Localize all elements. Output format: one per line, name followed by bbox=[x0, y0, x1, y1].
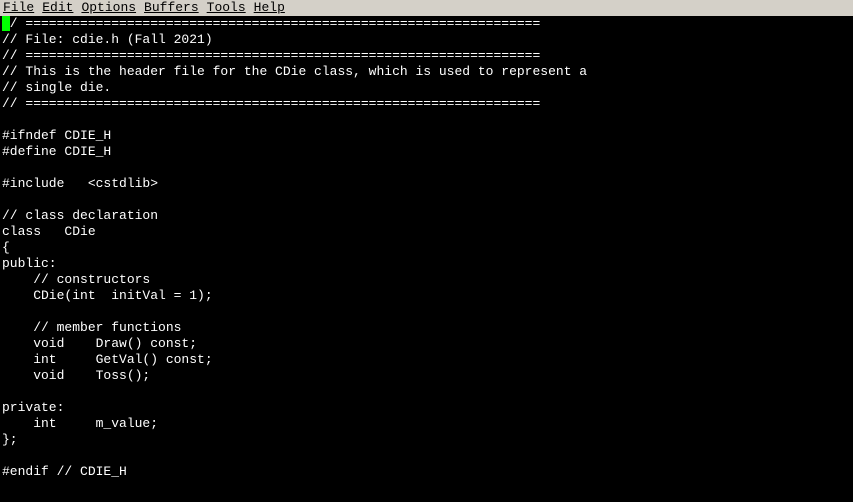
code-line: { bbox=[0, 240, 853, 256]
code-line: // single die. bbox=[0, 80, 853, 96]
menu-tools[interactable]: Tools bbox=[207, 0, 246, 15]
code-line: // constructors bbox=[0, 272, 853, 288]
code-line: #include <cstdlib> bbox=[0, 176, 853, 192]
code-line: // File: cdie.h (Fall 2021) bbox=[0, 32, 853, 48]
code-line: // =====================================… bbox=[0, 48, 853, 64]
code-line: // member functions bbox=[0, 320, 853, 336]
code-line: CDie(int initVal = 1); bbox=[0, 288, 853, 304]
menubar: File Edit Options Buffers Tools Help bbox=[0, 0, 853, 16]
code-line bbox=[0, 384, 853, 400]
menu-file[interactable]: File bbox=[3, 0, 34, 15]
menu-help[interactable]: Help bbox=[254, 0, 285, 15]
code-line: // class declaration bbox=[0, 208, 853, 224]
code-line: // =====================================… bbox=[0, 96, 853, 112]
code-line: // This is the header file for the CDie … bbox=[0, 64, 853, 80]
menu-options[interactable]: Options bbox=[81, 0, 136, 15]
menu-edit[interactable]: Edit bbox=[42, 0, 73, 15]
code-line: #endif // CDIE_H bbox=[0, 464, 853, 480]
code-line: }; bbox=[0, 432, 853, 448]
code-line bbox=[0, 112, 853, 128]
code-line bbox=[0, 304, 853, 320]
code-line: int GetVal() const; bbox=[0, 352, 853, 368]
code-line: #define CDIE_H bbox=[0, 144, 853, 160]
editor-area[interactable]: // =====================================… bbox=[0, 16, 853, 480]
code-line bbox=[0, 160, 853, 176]
code-line: int m_value; bbox=[0, 416, 853, 432]
menu-buffers[interactable]: Buffers bbox=[144, 0, 199, 15]
code-line bbox=[0, 192, 853, 208]
code-line: #ifndef CDIE_H bbox=[0, 128, 853, 144]
text-cursor bbox=[2, 16, 10, 31]
code-line: // =====================================… bbox=[0, 16, 853, 32]
code-line: private: bbox=[0, 400, 853, 416]
code-line bbox=[0, 448, 853, 464]
code-line: class CDie bbox=[0, 224, 853, 240]
code-line: public: bbox=[0, 256, 853, 272]
code-line: void Toss(); bbox=[0, 368, 853, 384]
code-line: void Draw() const; bbox=[0, 336, 853, 352]
